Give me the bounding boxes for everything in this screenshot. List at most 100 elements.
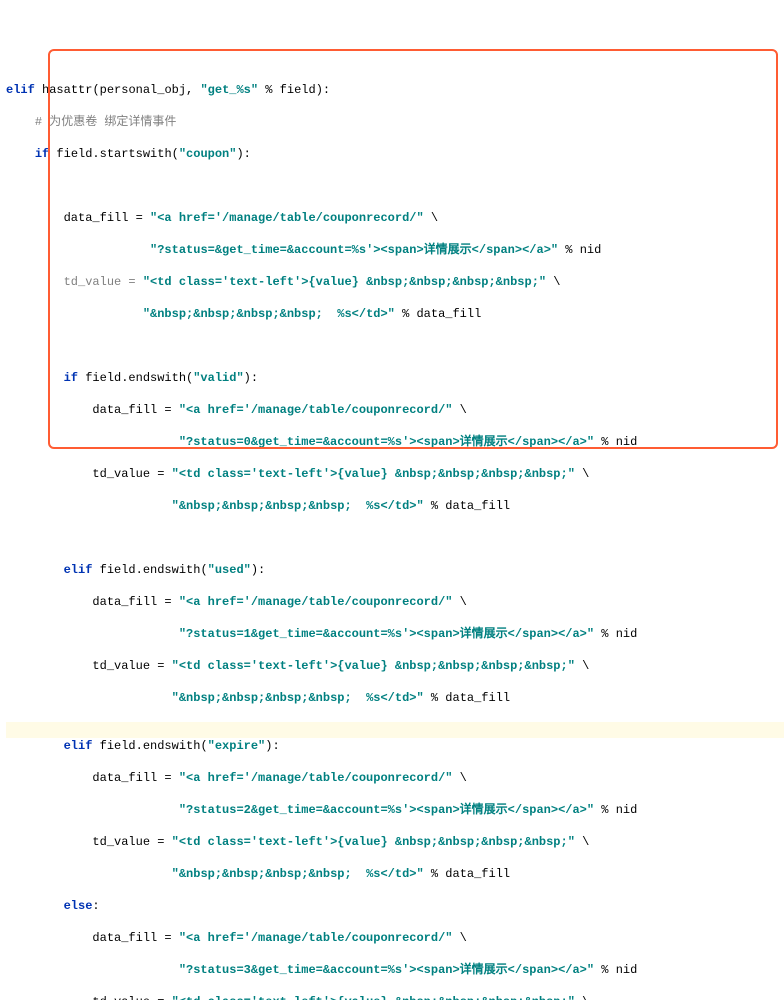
indent xyxy=(6,499,172,513)
keyword-elif: elif xyxy=(6,83,35,97)
dim-text: td_value = xyxy=(64,275,143,289)
code-line: td_value = "<td class='text-left'>{value… xyxy=(6,466,784,482)
indent xyxy=(6,275,64,289)
code-text: ): xyxy=(265,739,279,753)
code-text: data_fill = xyxy=(6,931,179,945)
code-text: % nid xyxy=(594,627,637,641)
code-text: \ xyxy=(452,771,466,785)
keyword-if: if xyxy=(64,371,78,385)
code-line: data_fill = "<a href='/manage/table/coup… xyxy=(6,402,784,418)
string-literal: "?status=1&get_time=&account=%s'><span>详… xyxy=(179,627,594,641)
code-line: data_fill = "<a href='/manage/table/coup… xyxy=(6,594,784,610)
code-text: ): xyxy=(236,147,250,161)
code-line: "&nbsp;&nbsp;&nbsp;&nbsp; %s</td>" % dat… xyxy=(6,498,784,514)
code-text: \ xyxy=(575,995,589,1000)
code-line: "?status=3&get_time=&account=%s'><span>详… xyxy=(6,962,784,978)
code-text xyxy=(35,83,42,97)
code-text: field.endswith( xyxy=(92,739,207,753)
string-literal: "valid" xyxy=(193,371,243,385)
code-line: td_value = "<td class='text-left'>{value… xyxy=(6,994,784,1000)
string-literal: "?status=2&get_time=&account=%s'><span>详… xyxy=(179,803,594,817)
indent xyxy=(6,243,150,257)
string-literal: "used" xyxy=(208,563,251,577)
blank-line xyxy=(6,178,784,194)
code-text: field.startswith( xyxy=(49,147,179,161)
string-literal: "get_%s" xyxy=(200,83,258,97)
indent xyxy=(6,147,35,161)
indent xyxy=(6,691,172,705)
string-literal: "expire" xyxy=(208,739,266,753)
indent xyxy=(6,627,179,641)
indent xyxy=(6,867,172,881)
code-text: % field): xyxy=(258,83,330,97)
string-literal: "<td class='text-left'>{value} &nbsp;&nb… xyxy=(172,995,575,1000)
code-line: elif hasattr(personal_obj, "get_%s" % fi… xyxy=(6,82,784,98)
code-text: field.endswith( xyxy=(92,563,207,577)
indent xyxy=(6,739,64,753)
string-literal: "<a href='/manage/table/couponrecord/" xyxy=(179,595,453,609)
code-text: \ xyxy=(575,659,589,673)
comment: # 为优惠卷 绑定详情事件 xyxy=(35,115,177,129)
code-text: % data_fill xyxy=(395,307,481,321)
indent xyxy=(6,963,179,977)
code-line: "&nbsp;&nbsp;&nbsp;&nbsp; %s</td>" % dat… xyxy=(6,690,784,706)
code-text: td_value = xyxy=(6,835,172,849)
code-line: data_fill = "<a href='/manage/table/coup… xyxy=(6,770,784,786)
code-text: \ xyxy=(424,211,438,225)
code-text: : xyxy=(92,899,99,913)
string-literal: "?status=3&get_time=&account=%s'><span>详… xyxy=(179,963,594,977)
string-literal: "<td class='text-left'>{value} &nbsp;&nb… xyxy=(172,659,575,673)
code-line: elif field.endswith("used"): xyxy=(6,562,784,578)
code-line: "?status=1&get_time=&account=%s'><span>详… xyxy=(6,626,784,642)
code-line: else: xyxy=(6,898,784,914)
code-line: td_value = "<td class='text-left'>{value… xyxy=(6,274,784,290)
keyword-else: else xyxy=(64,899,93,913)
indent xyxy=(6,307,143,321)
indent xyxy=(6,435,179,449)
code-text: % data_fill xyxy=(424,691,510,705)
indent xyxy=(6,115,35,129)
string-literal: "&nbsp;&nbsp;&nbsp;&nbsp; %s</td>" xyxy=(143,307,395,321)
code-editor: elif hasattr(personal_obj, "get_%s" % fi… xyxy=(6,66,784,1000)
code-text: ): xyxy=(251,563,265,577)
code-line: data_fill = "<a href='/manage/table/coup… xyxy=(6,210,784,226)
string-literal: "<a href='/manage/table/couponrecord/" xyxy=(179,403,453,417)
code-text: td_value = xyxy=(6,467,172,481)
code-text: % nid xyxy=(594,803,637,817)
keyword-if: if xyxy=(35,147,49,161)
code-text: % nid xyxy=(594,435,637,449)
code-line: # 为优惠卷 绑定详情事件 xyxy=(6,114,784,130)
code-line: td_value = "<td class='text-left'>{value… xyxy=(6,658,784,674)
code-text: field.endswith( xyxy=(78,371,193,385)
string-literal: "<a href='/manage/table/couponrecord/" xyxy=(179,771,453,785)
code-text: data_fill = xyxy=(6,595,179,609)
code-text: \ xyxy=(452,595,466,609)
string-literal: "&nbsp;&nbsp;&nbsp;&nbsp; %s</td>" xyxy=(172,867,424,881)
keyword-elif: elif xyxy=(64,739,93,753)
code-text: ): xyxy=(244,371,258,385)
code-text: (personal_obj, xyxy=(92,83,200,97)
string-literal: "&nbsp;&nbsp;&nbsp;&nbsp; %s</td>" xyxy=(172,499,424,513)
indent xyxy=(6,803,179,817)
code-line: if field.endswith("valid"): xyxy=(6,370,784,386)
indent xyxy=(6,899,64,913)
string-literal: "?status=&get_time=&account=%s'><span>详情… xyxy=(150,243,558,257)
code-text: \ xyxy=(452,931,466,945)
string-literal: "<td class='text-left'>{value} &nbsp;&nb… xyxy=(143,275,546,289)
blank-line xyxy=(6,530,784,546)
code-line: elif field.endswith("expire"): xyxy=(6,738,784,754)
blank-line xyxy=(6,338,784,354)
code-text: \ xyxy=(575,467,589,481)
string-literal: "<td class='text-left'>{value} &nbsp;&nb… xyxy=(172,467,575,481)
code-line: "?status=2&get_time=&account=%s'><span>详… xyxy=(6,802,784,818)
code-line: if field.startswith("coupon"): xyxy=(6,146,784,162)
code-text: \ xyxy=(546,275,560,289)
keyword-elif: elif xyxy=(64,563,93,577)
code-text: data_fill = xyxy=(6,211,150,225)
code-text: data_fill = xyxy=(6,403,179,417)
string-literal: "?status=0&get_time=&account=%s'><span>详… xyxy=(179,435,594,449)
code-line: td_value = "<td class='text-left'>{value… xyxy=(6,834,784,850)
code-text: \ xyxy=(452,403,466,417)
code-line: "&nbsp;&nbsp;&nbsp;&nbsp; %s</td>" % dat… xyxy=(6,866,784,882)
indent xyxy=(6,563,64,577)
